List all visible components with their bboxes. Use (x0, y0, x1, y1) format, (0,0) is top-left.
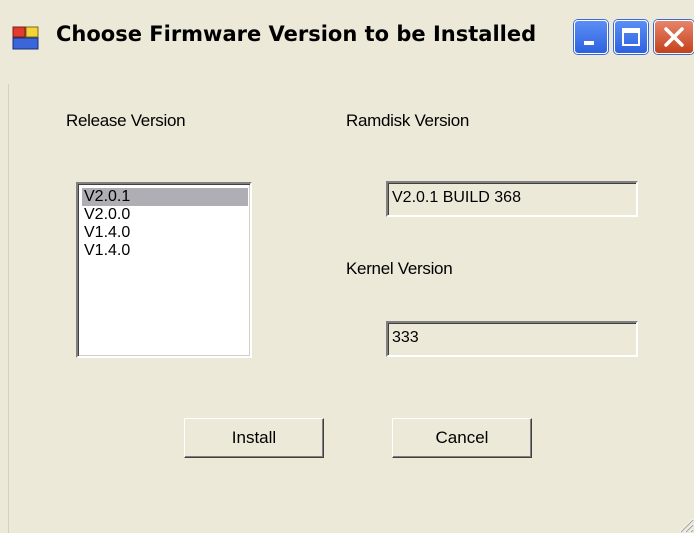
firmware-dialog-window: Choose Firmware Version to be Installed (0, 0, 694, 533)
resize-grip-icon[interactable] (674, 513, 694, 533)
maximize-button[interactable] (614, 20, 648, 54)
release-version-list[interactable]: V2.0.1 V2.0.0 V1.4.0 V1.4.0 (76, 182, 252, 358)
title-bar[interactable]: Choose Firmware Version to be Installed (0, 0, 694, 84)
list-item-release-0[interactable]: V2.0.1 (82, 188, 248, 206)
install-button[interactable]: Install (184, 418, 324, 458)
kernel-version-label: Kernel Version (346, 259, 453, 278)
list-item-release-2[interactable]: V1.4.0 (82, 224, 248, 242)
list-item-release-1[interactable]: V2.0.0 (82, 206, 248, 224)
cancel-button[interactable]: Cancel (392, 418, 532, 458)
close-button[interactable] (654, 20, 694, 54)
kernel-version-field[interactable]: 333 (386, 321, 638, 357)
window-app-icon (12, 26, 40, 50)
ramdisk-version-label: Ramdisk Version (346, 111, 470, 130)
window-title: Choose Firmware Version to be Installed (56, 22, 537, 46)
release-version-label: Release Version (66, 111, 186, 130)
list-item-release-3[interactable]: V1.4.0 (82, 242, 248, 260)
minimize-button[interactable] (574, 20, 608, 54)
ramdisk-version-field[interactable]: V2.0.1 BUILD 368 (386, 181, 638, 217)
